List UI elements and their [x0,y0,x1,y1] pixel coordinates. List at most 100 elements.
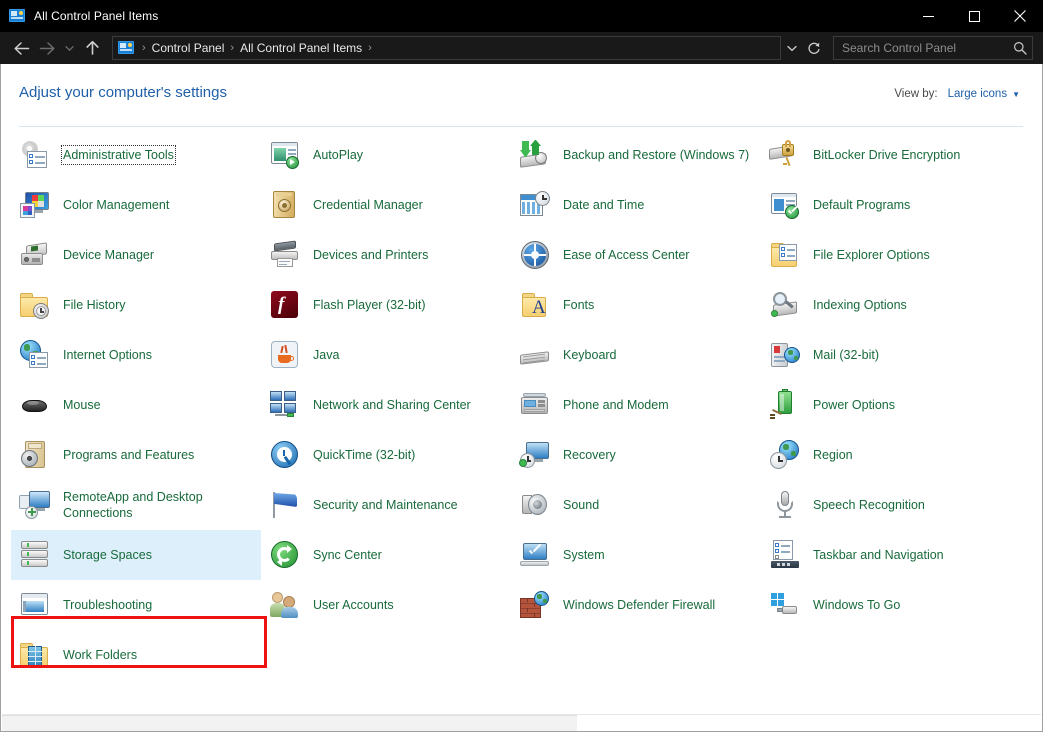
recent-locations-chevron-down-icon[interactable] [60,35,79,61]
address-dropdown-chevron-down-icon[interactable] [781,37,803,59]
item-device-manager[interactable]: Device Manager [11,230,261,280]
item-label: Work Folders [63,647,137,663]
control-panel-window: All Control Panel Items [0,0,1043,732]
view-by-control[interactable]: View by: Large icons ▼ [894,88,1020,100]
item-power-options[interactable]: Power Options [761,380,1033,430]
phone-and-modem-icon [519,389,551,421]
view-by-chevron-down-icon[interactable]: ▼ [1012,90,1020,99]
item-bitlocker-drive-encryption[interactable]: BitLocker Drive Encryption [761,130,1033,180]
breadcrumb-separator-0[interactable]: › [136,43,152,54]
item-windows-to-go[interactable]: Windows To Go [761,580,1033,630]
speech-recognition-icon [769,489,801,521]
view-by-value[interactable]: Large icons [948,88,1007,100]
window-controls [905,0,1043,32]
item-phone-and-modem[interactable]: Phone and Modem [511,380,761,430]
item-java[interactable]: Java [261,330,511,380]
minimize-button[interactable] [905,0,951,32]
up-button[interactable] [79,35,105,61]
item-indexing-options[interactable]: Indexing Options [761,280,1033,330]
item-keyboard[interactable]: Keyboard [511,330,761,380]
network-sharing-center-icon [269,389,301,421]
item-network-and-sharing-center[interactable]: Network and Sharing Center [261,380,511,430]
item-ease-of-access-center[interactable]: Ease of Access Center [511,230,761,280]
address-bar: › Control Panel › All Control Panel Item… [0,32,1043,64]
taskbar-and-navigation-icon [769,539,801,571]
title-bar: All Control Panel Items [0,0,1043,32]
mouse-icon [19,389,51,421]
back-button[interactable] [8,35,34,61]
horizontal-scrollbar[interactable] [2,714,1041,730]
window-title: All Control Panel Items [34,9,905,23]
item-troubleshooting[interactable]: Troubleshooting [11,580,261,630]
item-label: Taskbar and Navigation [813,547,944,563]
item-label: Storage Spaces [63,547,152,563]
item-system[interactable]: System [511,530,761,580]
item-security-and-maintenance[interactable]: Security and Maintenance [261,480,511,530]
credential-manager-icon [269,189,301,221]
item-devices-and-printers[interactable]: Devices and Printers [261,230,511,280]
item-internet-options[interactable]: Internet Options [11,330,261,380]
item-label: Windows To Go [813,597,900,613]
control-panel-items-grid: Administrative Tools [1,130,1042,710]
region-icon [769,439,801,471]
item-work-folders[interactable]: Work Folders [11,630,261,680]
close-button[interactable] [997,0,1043,32]
breadcrumb[interactable]: › Control Panel › All Control Panel Item… [112,36,781,60]
item-backup-and-restore[interactable]: Backup and Restore (Windows 7) [511,130,761,180]
refresh-icon[interactable] [803,37,825,59]
item-windows-defender-firewall[interactable]: Windows Defender Firewall [511,580,761,630]
item-file-explorer-options[interactable]: File Explorer Options [761,230,1033,280]
file-history-icon [19,289,51,321]
item-mail[interactable]: Mail (32-bit) [761,330,1033,380]
search-input[interactable] [834,40,1008,56]
windows-defender-firewall-icon [519,589,551,621]
item-sound[interactable]: Sound [511,480,761,530]
page-title: Adjust your computer's settings [19,84,227,101]
forward-button[interactable] [34,35,60,61]
control-panel-icon [9,8,25,24]
horizontal-scrollbar-track[interactable] [577,715,1041,730]
item-flash-player[interactable]: f Flash Player (32-bit) [261,280,511,330]
item-label: Mail (32-bit) [813,347,879,363]
item-storage-spaces[interactable]: Storage Spaces [11,530,261,580]
item-file-history[interactable]: File History [11,280,261,330]
item-mouse[interactable]: Mouse [11,380,261,430]
item-label: Security and Maintenance [313,497,458,513]
horizontal-scrollbar-thumb[interactable] [2,715,577,731]
item-color-management[interactable]: Color Management [11,180,261,230]
breadcrumb-item-control-panel[interactable]: Control Panel [152,41,225,55]
color-management-icon [19,189,51,221]
item-label: QuickTime (32-bit) [313,447,415,463]
item-label: Windows Defender Firewall [563,597,715,613]
search-box[interactable] [833,36,1033,60]
item-quicktime[interactable]: QuickTime (32-bit) [261,430,511,480]
item-taskbar-and-navigation[interactable]: Taskbar and Navigation [761,530,1033,580]
breadcrumb-separator-2[interactable]: › [362,43,378,54]
item-label: Backup and Restore (Windows 7) [563,147,749,163]
autoplay-icon [269,139,301,171]
item-date-and-time[interactable]: Date and Time [511,180,761,230]
breadcrumb-item-all-control-panel-items[interactable]: All Control Panel Items [240,41,362,55]
item-user-accounts[interactable]: User Accounts [261,580,511,630]
sound-icon [519,489,551,521]
item-fonts[interactable]: A Fonts [511,280,761,330]
maximize-button[interactable] [951,0,997,32]
search-icon[interactable] [1008,37,1032,59]
breadcrumb-separator-1[interactable]: › [224,43,240,54]
item-programs-and-features[interactable]: Programs and Features [11,430,261,480]
item-remoteapp-and-desktop-connections[interactable]: RemoteApp and Desktop Connections [11,480,261,530]
item-label: User Accounts [313,597,394,613]
item-speech-recognition[interactable]: Speech Recognition [761,480,1033,530]
item-credential-manager[interactable]: Credential Manager [261,180,511,230]
item-sync-center[interactable]: Sync Center [261,530,511,580]
power-options-icon [769,389,801,421]
item-region[interactable]: Region [761,430,1033,480]
item-label: Mouse [63,397,101,413]
item-recovery[interactable]: Recovery [511,430,761,480]
item-administrative-tools[interactable]: Administrative Tools [11,130,261,180]
item-label: Programs and Features [63,447,194,463]
item-default-programs[interactable]: Default Programs [761,180,1033,230]
breadcrumb-control-panel-icon[interactable] [118,40,134,56]
item-label: Administrative Tools [63,147,174,163]
item-autoplay[interactable]: AutoPlay [261,130,511,180]
